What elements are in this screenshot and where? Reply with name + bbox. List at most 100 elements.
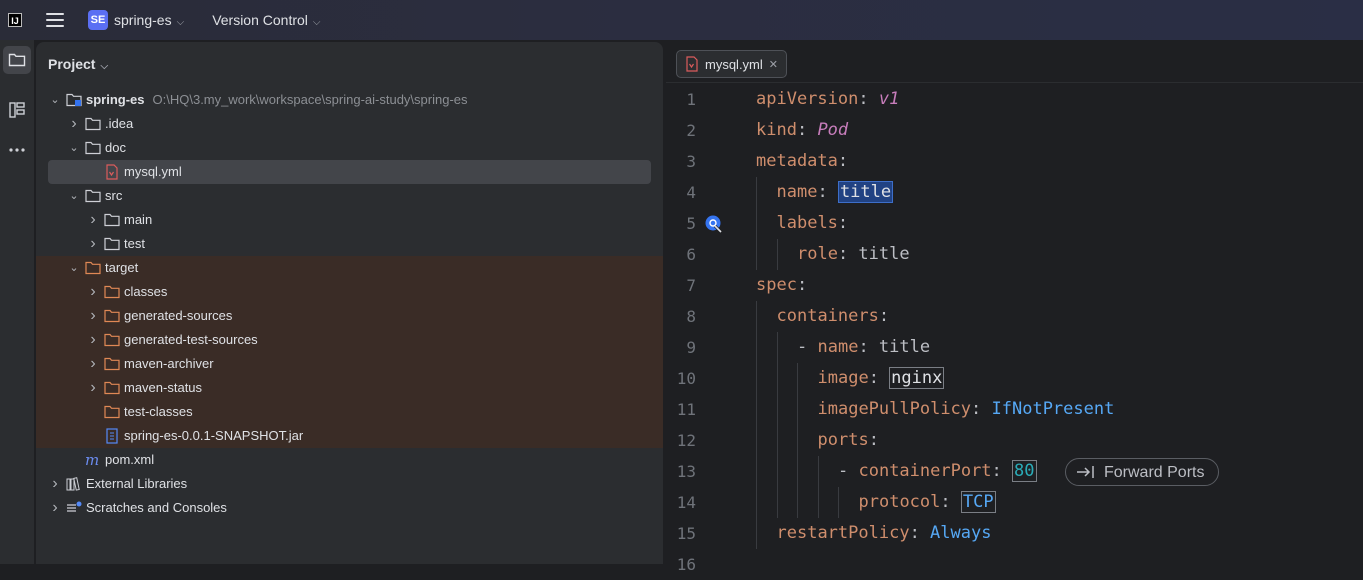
- tool-window-strip: [0, 40, 34, 564]
- line-number: 13: [676, 462, 696, 481]
- yaml-key: containers: [776, 306, 879, 326]
- yaml-key: name: [776, 182, 818, 202]
- tab-mysql-yml[interactable]: mysql.yml ✕: [676, 50, 787, 78]
- tree-item-label: pom.xml: [105, 452, 155, 467]
- code-line[interactable]: 11 imagePullPolicy: IfNotPresent: [666, 394, 1363, 425]
- chevron-right-icon[interactable]: ›: [86, 280, 100, 304]
- chevron-right-icon[interactable]: ›: [86, 208, 100, 232]
- chevron-down-icon[interactable]: ⌄: [67, 256, 81, 280]
- line-number: 15: [676, 524, 696, 543]
- indent-guide: [797, 487, 798, 518]
- line-number: 12: [676, 431, 696, 450]
- tree-row[interactable]: ⌄ spring-es O:\HQ\3.my_work\workspace\spri…: [36, 88, 663, 112]
- tree-row[interactable]: ⌄ src: [36, 184, 663, 208]
- yaml-text: :: [971, 399, 992, 419]
- code-line[interactable]: 1 apiVersion: v1: [666, 84, 1363, 115]
- code-line[interactable]: 4 name: title: [666, 177, 1363, 208]
- chevron-right-icon[interactable]: ›: [86, 352, 100, 376]
- kubernetes-gutter-icon[interactable]: [704, 214, 724, 234]
- code-line[interactable]: 16: [666, 549, 1363, 580]
- forward-icon: [1077, 466, 1094, 478]
- chevron-right-icon[interactable]: ›: [86, 304, 100, 328]
- code-line[interactable]: 12 ports:: [666, 425, 1363, 456]
- project-switcher[interactable]: spring-es ⌵: [114, 12, 184, 28]
- chevron-right-icon[interactable]: ›: [86, 376, 100, 400]
- tree-row[interactable]: › classes: [36, 280, 663, 304]
- line-number: 5: [686, 214, 696, 233]
- line-number: 6: [686, 245, 696, 264]
- chevron-right-icon[interactable]: ›: [86, 232, 100, 256]
- chevron-right-icon[interactable]: ›: [67, 112, 81, 136]
- line-number: 3: [686, 152, 696, 171]
- tree-row[interactable]: › Scratches and Consoles: [36, 496, 663, 520]
- code-text: metadata:: [756, 146, 848, 177]
- app-logo-icon[interactable]: IJ: [8, 13, 22, 27]
- tree-row[interactable]: › generated-test-sources: [36, 328, 663, 352]
- project-tool-button[interactable]: [3, 46, 31, 74]
- project-name: spring-es: [114, 12, 172, 28]
- indent-guide: [776, 394, 778, 425]
- code-line[interactable]: 14 protocol: TCP: [666, 487, 1363, 518]
- indent-guide: [756, 456, 757, 487]
- code-line[interactable]: 6 role: title: [666, 239, 1363, 270]
- version-control-menu[interactable]: Version Control ⌵: [212, 12, 320, 28]
- code-area[interactable]: 1 apiVersion: v1 2 kind: Pod 3 metadata: 4 name…: [666, 84, 1363, 580]
- project-badge[interactable]: SE: [88, 10, 108, 30]
- indent-guide: [817, 456, 819, 487]
- panel-title: Project: [48, 56, 96, 72]
- tree-row[interactable]: › External Libraries: [36, 472, 663, 496]
- tree-row[interactable]: test-classes: [36, 400, 663, 424]
- tree-row[interactable]: ⌄ target: [36, 256, 663, 280]
- tree-row[interactable]: m pom.xml: [36, 448, 663, 472]
- close-icon[interactable]: ✕: [769, 58, 778, 71]
- excluded-folder-icon: [104, 380, 120, 396]
- tree-row[interactable]: spring-es-0.0.1-SNAPSHOT.jar: [36, 424, 663, 448]
- code-text: apiVersion: v1: [756, 84, 899, 115]
- code-line[interactable]: 3 metadata:: [666, 146, 1363, 177]
- project-panel-header[interactable]: Project ⌵: [48, 56, 108, 72]
- yaml-file-icon: [686, 56, 698, 72]
- tree-item-label: spring-es-0.0.1-SNAPSHOT.jar: [124, 428, 304, 443]
- code-text: restartPolicy: Always: [777, 518, 992, 549]
- code-line[interactable]: 5 labels:: [666, 208, 1363, 239]
- structure-tool-button[interactable]: [3, 96, 31, 124]
- yaml-value: Pod: [817, 120, 849, 140]
- tree-row[interactable]: › .idea: [36, 112, 663, 136]
- main-menu-icon[interactable]: [46, 13, 64, 27]
- yaml-value: TCP: [960, 491, 996, 513]
- tree-row[interactable]: › generated-sources: [36, 304, 663, 328]
- indent-guide: [756, 177, 757, 208]
- tree-row[interactable]: ⌄ doc: [36, 136, 663, 160]
- forward-ports-button[interactable]: Forward Ports: [1065, 458, 1220, 486]
- code-line[interactable]: 8 containers:: [666, 301, 1363, 332]
- code-line[interactable]: 13 - containerPort: 80 Forward Ports: [666, 456, 1363, 487]
- yaml-key: name: [817, 337, 859, 357]
- tree-row[interactable]: › main: [36, 208, 663, 232]
- folder-icon: [85, 116, 101, 132]
- tree-row[interactable]: › test: [36, 232, 663, 256]
- tree-row[interactable]: › maven-status: [36, 376, 663, 400]
- chevron-down-icon[interactable]: ⌄: [48, 88, 62, 112]
- tree-row[interactable]: › maven-archiver: [36, 352, 663, 376]
- code-line[interactable]: 10 image: nginx: [666, 363, 1363, 394]
- chevron-down-icon[interactable]: ⌄: [67, 184, 81, 208]
- chevron-right-icon[interactable]: ›: [86, 328, 100, 352]
- scratches-icon: [66, 500, 82, 516]
- code-line[interactable]: 9 - name: title: [666, 332, 1363, 363]
- tree-row[interactable]: mysql.yml: [36, 160, 663, 184]
- indent-guide: [797, 456, 798, 487]
- chevron-down-icon[interactable]: ⌄: [67, 136, 81, 160]
- yaml-file-icon: [104, 164, 120, 180]
- chevron-right-icon[interactable]: ›: [48, 496, 62, 520]
- tree-item-label: External Libraries: [86, 476, 188, 491]
- code-line[interactable]: 2 kind: Pod: [666, 115, 1363, 146]
- indent-guide: [756, 332, 757, 363]
- yaml-text: :: [837, 213, 849, 233]
- indent-guide: [776, 239, 778, 270]
- code-line[interactable]: 15 restartPolicy: Always: [666, 518, 1363, 549]
- chevron-right-icon[interactable]: ›: [48, 472, 62, 496]
- yaml-key: imagePullPolicy: [817, 399, 972, 419]
- code-line[interactable]: 7 spec:: [666, 270, 1363, 301]
- more-tools-button[interactable]: [3, 136, 31, 164]
- yaml-text: :: [858, 89, 879, 109]
